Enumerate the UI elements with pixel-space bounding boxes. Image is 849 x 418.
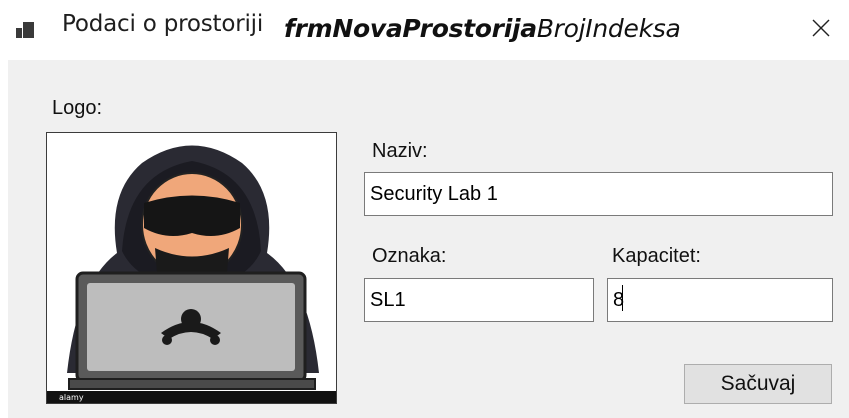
naziv-label: Naziv: xyxy=(372,140,428,162)
logo-label: Logo: xyxy=(52,97,103,119)
kapacitet-label: Kapacitet: xyxy=(612,245,701,267)
window-icon xyxy=(16,22,34,38)
close-icon xyxy=(812,19,830,37)
hacker-logo-image: alamy xyxy=(47,145,336,403)
close-button[interactable] xyxy=(803,10,839,46)
oznaka-label: Oznaka: xyxy=(372,245,447,267)
form-name-label: frmNovaProstorijaBrojIndeksa xyxy=(284,14,681,43)
kapacitet-field[interactable] xyxy=(607,278,833,322)
text-caret xyxy=(622,285,623,311)
watermark-text: alamy xyxy=(59,393,84,402)
save-button[interactable]: Sačuvaj xyxy=(684,364,832,404)
title-bar: Podaci o prostoriji frmNovaProstorijaBro… xyxy=(0,0,849,60)
logo-picturebox[interactable]: alamy xyxy=(46,132,337,404)
form-name-bold: frmNovaProstorija xyxy=(284,14,537,43)
window-title: Podaci o prostoriji xyxy=(62,11,264,37)
form-name-rest: BrojIndeksa xyxy=(536,14,681,43)
oznaka-field[interactable] xyxy=(364,278,594,322)
naziv-field[interactable] xyxy=(364,172,833,216)
